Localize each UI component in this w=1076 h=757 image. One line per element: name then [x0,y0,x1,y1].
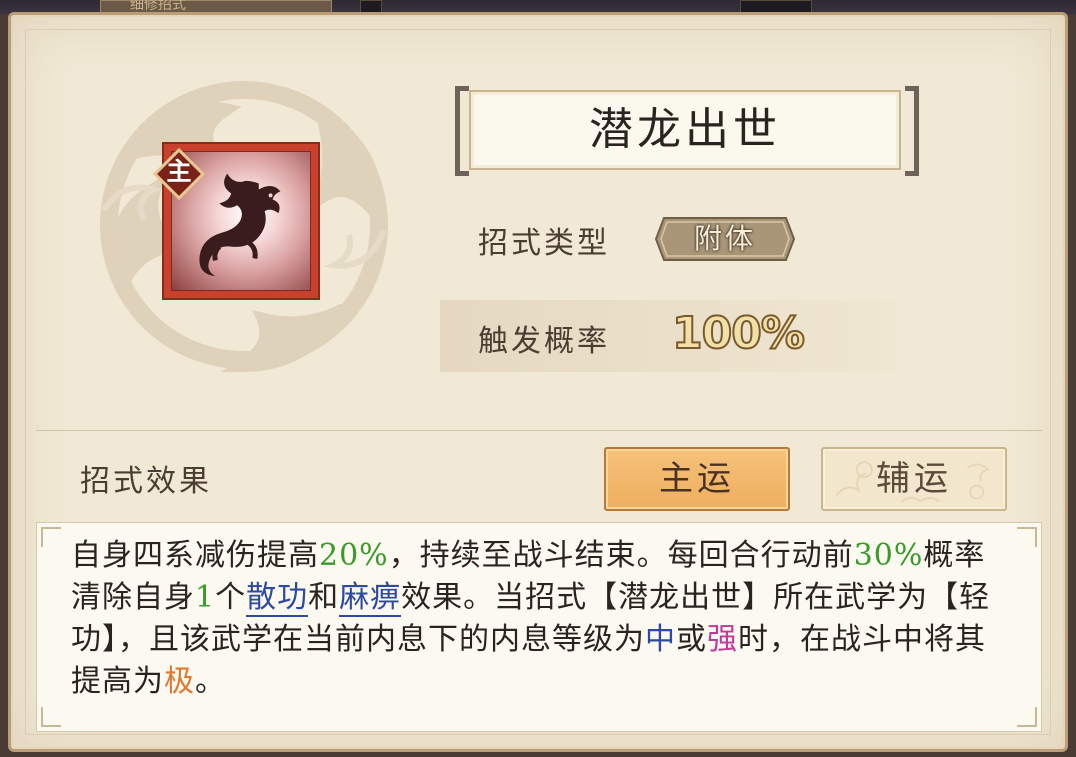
desc-text: 。 [195,664,226,699]
desc-value-count: 1 [195,580,216,615]
desc-value-chance: 30% [853,538,924,573]
frame-corner [41,527,61,547]
skill-type-value: 附体 [693,222,756,255]
frame-corner [41,707,61,727]
support-use-tab-button[interactable]: 辅运 [821,447,1007,511]
skill-name: 潜龙出世 [589,104,781,155]
main-role-badge-label: 主 [166,157,192,186]
main-use-tab-label: 主运 [659,459,735,499]
skill-title-plaque: 潜龙出世 [455,86,919,178]
main-use-tab-button[interactable]: 主运 [604,447,790,511]
section-divider [36,430,1042,431]
support-use-tab-label: 辅运 [876,459,952,499]
desc-text: 和 [308,580,340,615]
trigger-probability-label: 触发概率 [478,324,610,359]
desc-text: 个 [215,580,247,615]
desc-text: 或 [676,622,707,657]
effect-description-text: 自身四系减伤提高20%，持续至战斗结束。每回合行动前30%概率清除自身1个散功和… [71,535,1016,703]
trigger-probability-value: 100% [671,307,806,360]
frame-corner [1017,527,1037,547]
left-bracket [455,86,469,176]
effect-section-label: 招式效果 [80,464,212,499]
desc-text: 自身四系减伤提高 [71,538,319,573]
status-link-mabi[interactable]: 麻痹 [339,580,402,617]
skill-title-box: 潜龙出世 [469,90,901,170]
effect-description-box: 自身四系减伤提高20%，持续至战斗结束。每回合行动前30%概率清除自身1个散功和… [36,522,1042,732]
desc-text: ，持续至战斗结束。每回合行动前 [388,538,854,573]
skill-type-label: 招式类型 [478,226,610,261]
desc-level-medium: 中 [645,622,676,657]
desc-value-damage-reduction: 20% [319,538,389,573]
desc-level-strong: 强 [707,622,738,657]
desc-level-extreme: 极 [164,664,195,699]
right-bracket [905,86,919,176]
frame-corner [1017,707,1037,727]
status-link-sangong[interactable]: 散功 [246,580,309,617]
